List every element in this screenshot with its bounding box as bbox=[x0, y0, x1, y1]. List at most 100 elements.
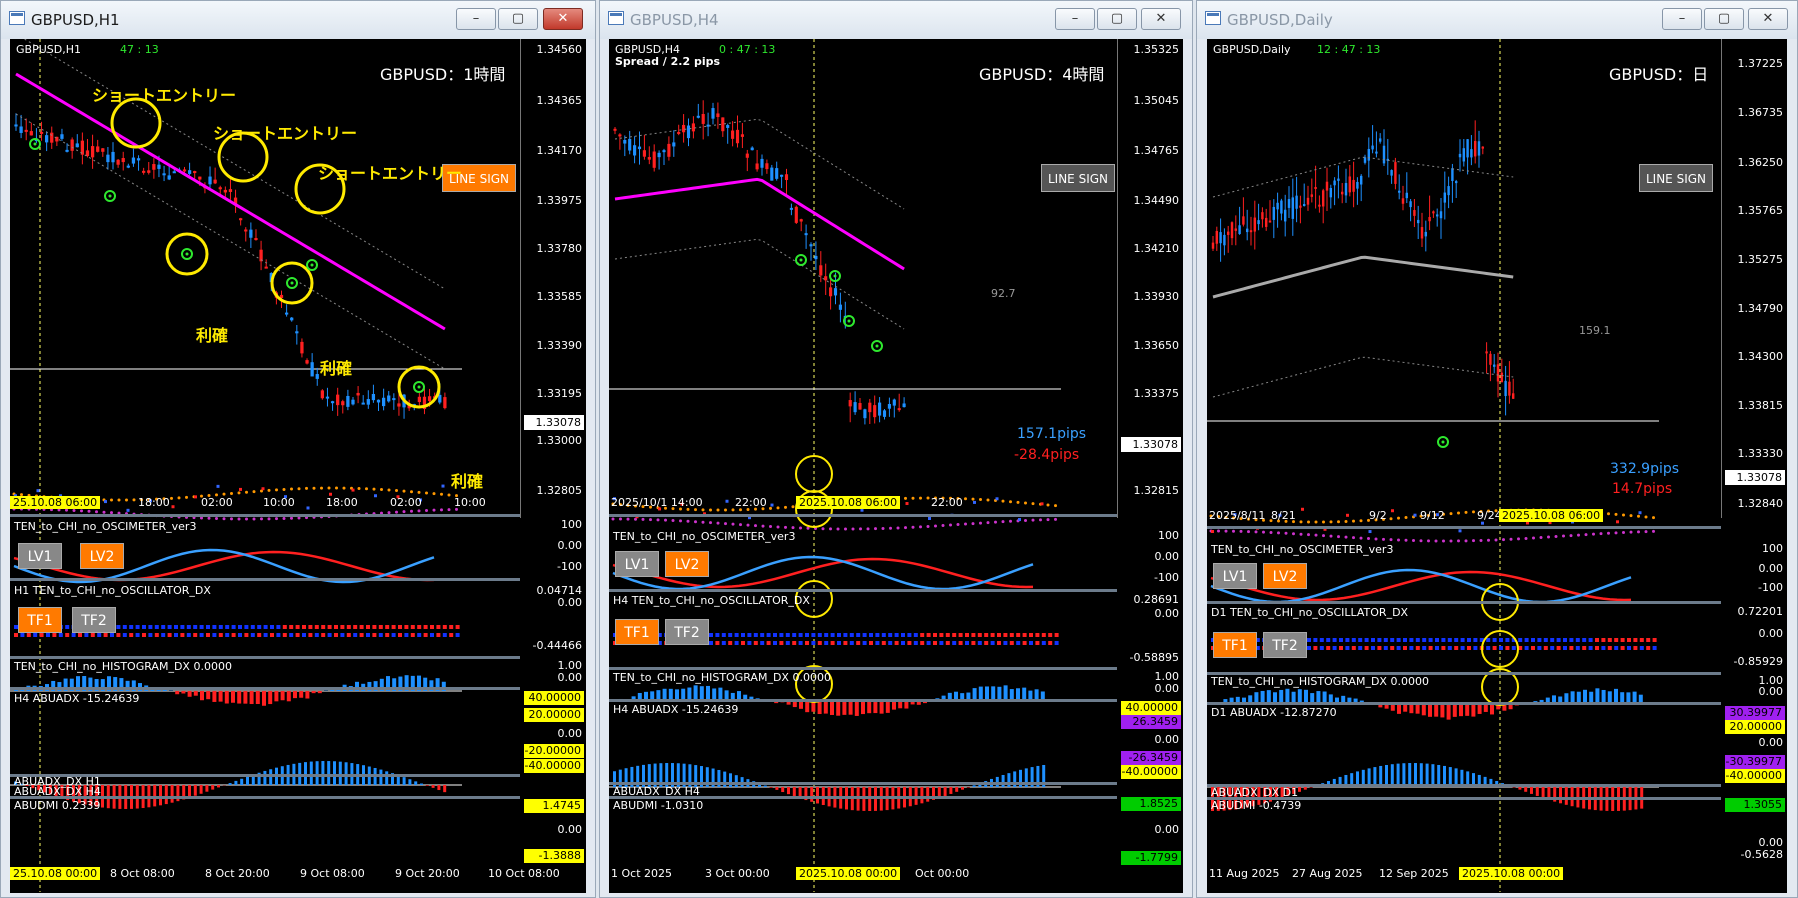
pane-separator[interactable] bbox=[609, 514, 1117, 517]
candle-body bbox=[1489, 353, 1492, 365]
lv2-button[interactable]: LV2 bbox=[80, 543, 124, 569]
abudmi-bar bbox=[972, 785, 976, 787]
pane-separator[interactable] bbox=[609, 699, 1117, 702]
oscimeter-dot bbox=[679, 519, 682, 523]
abuadx-bar bbox=[1421, 704, 1426, 716]
oscimeter-dot bbox=[1412, 539, 1415, 543]
histogram-square bbox=[881, 641, 886, 645]
oscimeter-dot bbox=[1622, 530, 1625, 534]
histogram-square bbox=[824, 641, 829, 645]
candle-body bbox=[878, 402, 882, 416]
title-bar[interactable]: GBPUSD,H4 – ▢ ✕ bbox=[600, 1, 1192, 39]
maximize-button[interactable]: ▢ bbox=[498, 8, 538, 30]
pane-separator[interactable] bbox=[10, 656, 520, 659]
histogram-square bbox=[1492, 646, 1497, 650]
chart-area[interactable]: GBPUSD,H4 0 : 47 : 13 Spread / 2.2 pips … bbox=[609, 39, 1183, 893]
tf2-button[interactable]: TF2 bbox=[1263, 632, 1307, 658]
histogram-square bbox=[837, 633, 841, 637]
pane-separator[interactable] bbox=[10, 514, 520, 517]
price-scale[interactable]: 1.35325 1.35045 1.34765 1.34490 1.34210 … bbox=[1117, 39, 1183, 518]
maximize-button[interactable]: ▢ bbox=[1704, 8, 1744, 30]
upper-band-line bbox=[1212, 156, 1514, 198]
tf1-button[interactable]: TF1 bbox=[18, 607, 62, 633]
chart-area[interactable]: GBPUSD,Daily 12 : 47 : 13 GBPUSD：日 LINE … bbox=[1207, 39, 1787, 893]
chart-area[interactable]: GBPUSD,H1 47 : 13 GBPUSD：1時間 LINE SIGN シ… bbox=[10, 39, 586, 893]
tf1-button[interactable]: TF1 bbox=[1213, 632, 1257, 658]
line-sign-button[interactable]: LINE SIGN bbox=[1041, 164, 1115, 192]
oscimeter-dot bbox=[1307, 520, 1310, 524]
pane-separator[interactable] bbox=[1207, 601, 1721, 604]
abuadx-bar bbox=[299, 691, 304, 698]
lv1-button[interactable]: LV1 bbox=[1213, 563, 1257, 589]
candle-body bbox=[838, 304, 842, 310]
pane-separator[interactable] bbox=[609, 589, 1117, 592]
pane-separator[interactable] bbox=[609, 667, 1117, 670]
chart-window-daily[interactable]: GBPUSD,Daily – ▢ ✕ GBPUSD,Daily 12 : 47 … bbox=[1196, 0, 1798, 898]
oscimeter-dot bbox=[282, 487, 286, 491]
time-highlight: 25.10.08 06:00 bbox=[10, 496, 101, 509]
oscimeter-marker bbox=[1040, 502, 1044, 506]
histogram-square bbox=[449, 625, 454, 629]
oscimeter-dot bbox=[949, 523, 952, 527]
candle-body bbox=[662, 150, 666, 153]
title-bar[interactable]: GBPUSD,Daily – ▢ ✕ bbox=[1197, 1, 1797, 39]
title-bar[interactable]: GBPUSD,H1 – ▢ ✕ bbox=[1, 1, 595, 39]
oscimeter-dot bbox=[1404, 538, 1408, 542]
lv2-button[interactable]: LV2 bbox=[665, 551, 709, 577]
abudmi-bar bbox=[234, 780, 238, 785]
minimize-button[interactable]: – bbox=[1662, 8, 1702, 30]
close-button[interactable]: ✕ bbox=[543, 8, 583, 30]
abudmi-bar bbox=[763, 785, 767, 787]
histogram-square bbox=[1531, 638, 1535, 642]
pane-separator[interactable] bbox=[1207, 526, 1721, 529]
candle-body bbox=[315, 374, 319, 379]
oscimeter-dot bbox=[1419, 539, 1423, 543]
time-label: 22:00 bbox=[735, 496, 767, 509]
candle-body bbox=[310, 362, 314, 377]
candle-body bbox=[397, 403, 401, 407]
histogram-square bbox=[1575, 638, 1580, 642]
candle-body bbox=[305, 360, 309, 364]
histogram-square bbox=[805, 641, 809, 645]
histogram-square bbox=[1620, 638, 1625, 642]
minimize-button[interactable]: – bbox=[456, 8, 496, 30]
candle-body bbox=[1306, 197, 1310, 205]
abuadx-level: -30.39977 bbox=[1725, 755, 1785, 769]
histogram-square bbox=[920, 633, 925, 637]
oscimeter-dot bbox=[1337, 520, 1340, 524]
close-button[interactable]: ✕ bbox=[1748, 8, 1788, 30]
lv1-button[interactable]: LV1 bbox=[615, 551, 659, 577]
histogram-title: TEN_to_CHI_no_HISTOGRAM_DX 0.0000 bbox=[613, 671, 831, 684]
oscimeter-dot bbox=[956, 523, 960, 527]
pane-separator[interactable] bbox=[1207, 702, 1721, 705]
histogram-square bbox=[14, 633, 18, 637]
pane-separator[interactable] bbox=[10, 578, 520, 581]
oscimeter-dot bbox=[1314, 520, 1318, 524]
price-scale[interactable]: 1.37225 1.36735 1.36250 1.35765 1.35275 … bbox=[1721, 39, 1787, 518]
pane-separator[interactable] bbox=[10, 687, 520, 690]
histogram-square bbox=[410, 633, 415, 637]
minimize-button[interactable]: – bbox=[1055, 8, 1095, 30]
tf1-button[interactable]: TF1 bbox=[615, 619, 659, 645]
candle-body bbox=[868, 402, 872, 413]
tf2-button[interactable]: TF2 bbox=[72, 607, 116, 633]
chart-window-h4[interactable]: GBPUSD,H4 – ▢ ✕ GBPUSD,H4 0 : 47 : 13 Sp… bbox=[599, 0, 1193, 898]
close-button[interactable]: ✕ bbox=[1141, 8, 1181, 30]
oscimeter-marker bbox=[860, 508, 864, 512]
oscimeter-dot bbox=[170, 496, 173, 500]
histogram-square bbox=[161, 633, 166, 637]
oscimeter-marker bbox=[239, 487, 242, 491]
maximize-button[interactable]: ▢ bbox=[1097, 8, 1137, 30]
lv2-button[interactable]: LV2 bbox=[1263, 563, 1307, 589]
histogram-square bbox=[1486, 646, 1491, 650]
abudmi-bar bbox=[949, 787, 953, 794]
tf2-button[interactable]: TF2 bbox=[665, 619, 709, 645]
line-sign-button[interactable]: LINE SIGN bbox=[1639, 164, 1713, 192]
price-scale[interactable]: 1.34560 1.34365 1.34170 1.33975 1.33780 … bbox=[520, 39, 586, 518]
histogram-square bbox=[1364, 638, 1369, 642]
lv1-button[interactable]: LV1 bbox=[18, 543, 62, 569]
oscimeter-dot bbox=[1599, 532, 1603, 536]
candle-body bbox=[29, 131, 33, 136]
oscimeter-dot bbox=[1359, 519, 1363, 523]
chart-window-h1[interactable]: GBPUSD,H1 – ▢ ✕ GBPUSD,H1 47 : 13 GBPUSD… bbox=[0, 0, 596, 898]
